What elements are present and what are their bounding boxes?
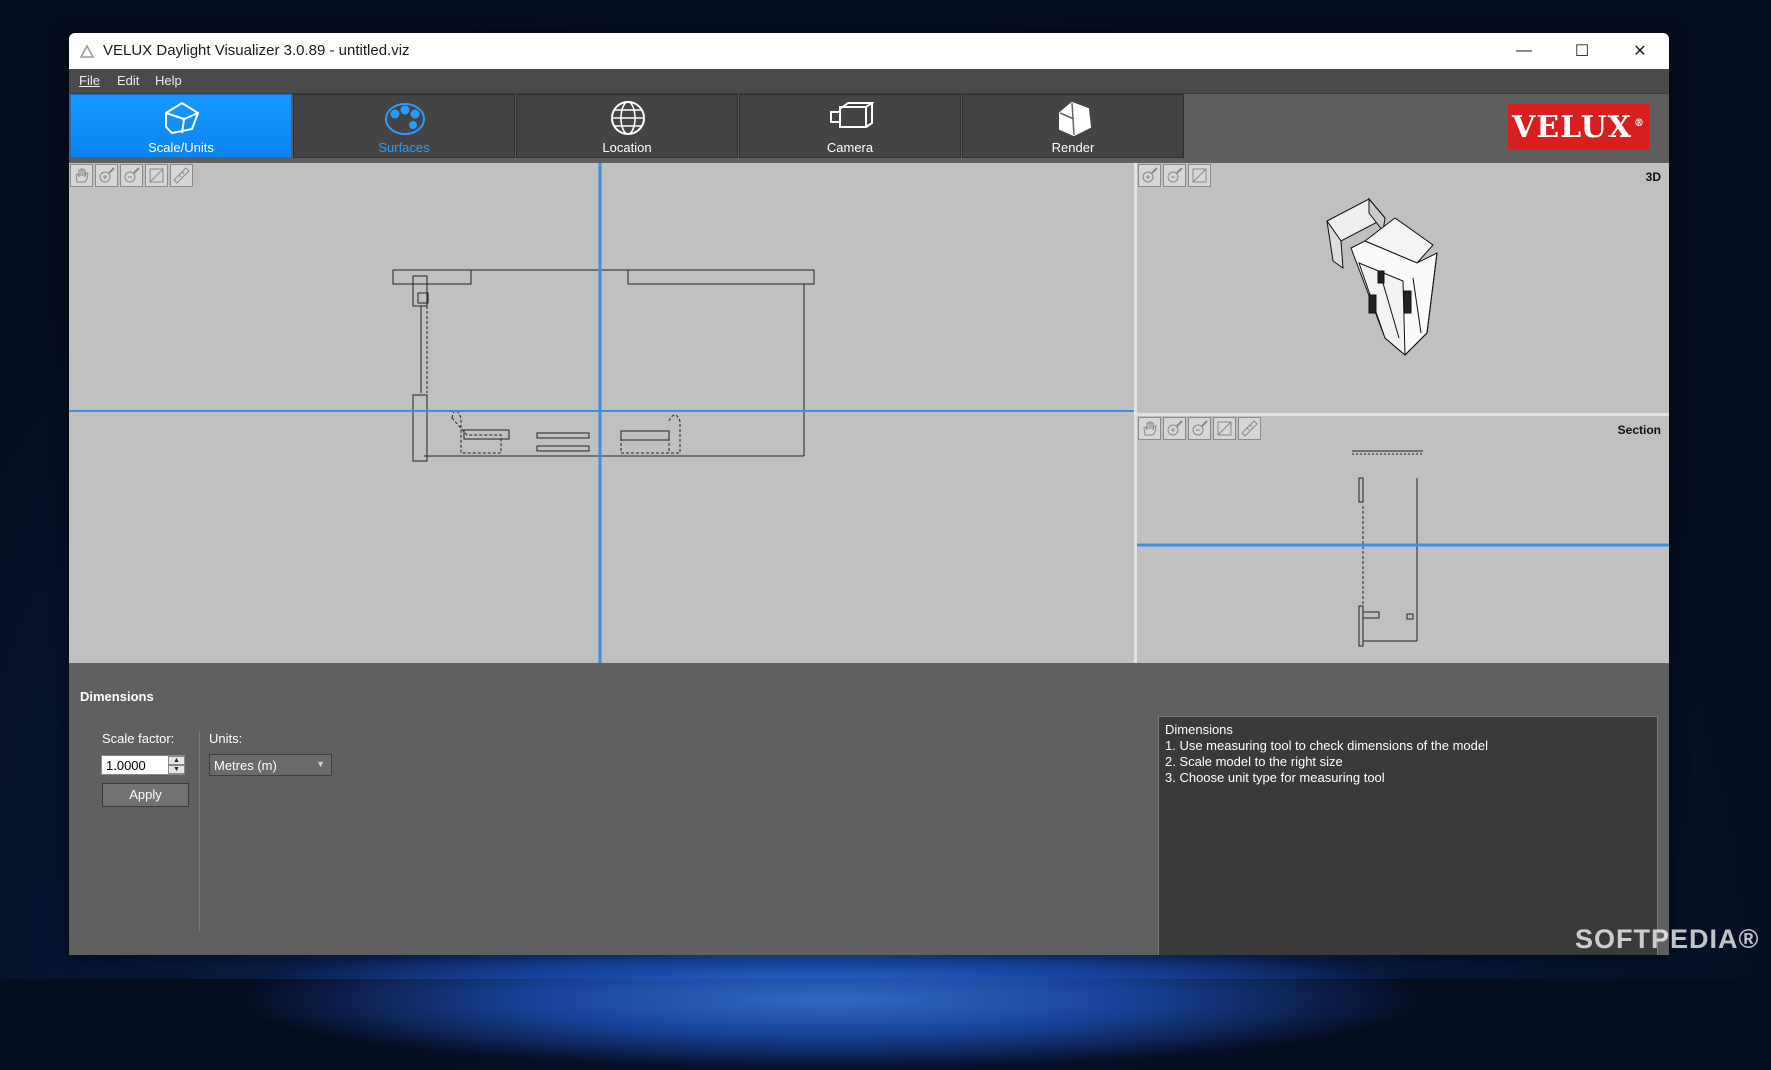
tab-camera[interactable]: Camera [739, 94, 961, 158]
maximize-button[interactable]: ☐ [1553, 33, 1611, 69]
plan-drawing [69, 163, 1134, 663]
view-label-3d: 3D [1645, 170, 1661, 184]
stepper-up-icon[interactable]: ▲ [168, 756, 185, 765]
zoom-out-icon[interactable] [120, 164, 143, 187]
render-house-icon [1059, 101, 1092, 137]
view-label-section: Section [1617, 423, 1661, 437]
tab-label: Camera [826, 140, 874, 155]
tab-location[interactable]: Location [516, 94, 738, 158]
close-button[interactable]: ✕ [1611, 33, 1669, 69]
section-tools [1138, 417, 1263, 440]
scale-factor-stepper[interactable]: ▲ ▼ [168, 756, 185, 774]
plan-tools [70, 164, 195, 187]
stepper-down-icon[interactable]: ▼ [168, 765, 185, 774]
app-window: VELUX Daylight Visualizer 3.0.89 - untit… [69, 33, 1669, 955]
menu-help[interactable]: Help [155, 73, 182, 88]
chevron-down-icon: ▼ [316, 759, 325, 769]
help-box: Dimensions 1. Use measuring tool to chec… [1158, 716, 1658, 955]
tab-label: Scale/Units [148, 140, 214, 155]
pan-hand-icon[interactable] [1138, 417, 1161, 440]
help-line: 2. Scale model to the right size [1165, 754, 1343, 769]
zoom-extents-icon[interactable] [1188, 164, 1211, 187]
palette-icon [385, 103, 425, 135]
tab-label: Surfaces [378, 140, 430, 155]
zoom-extents-icon[interactable] [1213, 417, 1236, 440]
house-outline-icon [165, 101, 200, 135]
help-line: 1. Use measuring tool to check dimension… [1165, 738, 1489, 753]
logo-mark: ® [1634, 117, 1646, 129]
zoom-in-icon[interactable] [1163, 417, 1186, 440]
measure-ruler-icon[interactable] [170, 164, 193, 187]
menu-bar: File Edit Help [69, 69, 1669, 94]
watermark: SOFTPEDIA® [1575, 924, 1760, 954]
viewport-3d[interactable]: 3D [1137, 163, 1669, 413]
plan-viewport[interactable] [69, 163, 1134, 663]
minimize-icon: — [1516, 42, 1532, 59]
globe-icon [611, 101, 645, 135]
apply-button[interactable]: Apply [102, 783, 189, 807]
window-title: VELUX Daylight Visualizer 3.0.89 - untit… [103, 42, 410, 59]
zoom-out-icon[interactable] [1188, 417, 1211, 440]
close-icon: ✕ [1633, 43, 1647, 60]
maximize-icon: ☐ [1574, 43, 1590, 60]
tab-scale-units[interactable]: Scale/Units [70, 94, 292, 158]
scale-factor-label: Scale factor: [102, 731, 175, 746]
zoom-out-icon[interactable] [1163, 164, 1186, 187]
help-line: 3. Choose unit type for measuring tool [1165, 770, 1385, 785]
tab-render[interactable]: Render [962, 94, 1184, 158]
app-icon [79, 44, 95, 58]
panel-title: Dimensions [80, 689, 154, 704]
zoom-in-icon[interactable] [1138, 164, 1161, 187]
zoom-in-icon[interactable] [95, 164, 118, 187]
tab-label: Render [1051, 140, 1095, 155]
tab-label: Location [602, 140, 652, 155]
menu-file[interactable]: File [79, 73, 100, 88]
units-label: Units: [209, 731, 243, 746]
video-camera-icon [830, 102, 874, 128]
section-viewport[interactable]: Section [1137, 416, 1669, 663]
units-select-value: Metres (m) [214, 758, 277, 773]
section-drawing [1137, 450, 1669, 647]
help-title: Dimensions [1165, 722, 1233, 737]
measure-ruler-icon[interactable] [1238, 417, 1261, 440]
dimensions-panel: Dimensions Scale factor: ▲ ▼ Apply Units… [69, 663, 1669, 955]
menu-edit[interactable]: Edit [117, 73, 139, 88]
tab-surfaces[interactable]: Surfaces [293, 94, 515, 158]
3d-tools [1138, 164, 1213, 187]
logo-text: VELUX [1511, 109, 1633, 145]
minimize-button[interactable]: — [1495, 33, 1553, 69]
model-3d-drawing [1326, 197, 1438, 357]
units-select[interactable]: Metres (m) ▼ [209, 754, 332, 776]
velux-logo: VELUX ® [1508, 104, 1649, 150]
zoom-extents-icon[interactable] [145, 164, 168, 187]
field-divider [199, 731, 200, 931]
main-toolbar: Scale/Units Surfaces Location Camera Ren… [69, 94, 1669, 159]
title-bar: VELUX Daylight Visualizer 3.0.89 - untit… [69, 33, 1669, 69]
pan-hand-icon[interactable] [70, 164, 93, 187]
